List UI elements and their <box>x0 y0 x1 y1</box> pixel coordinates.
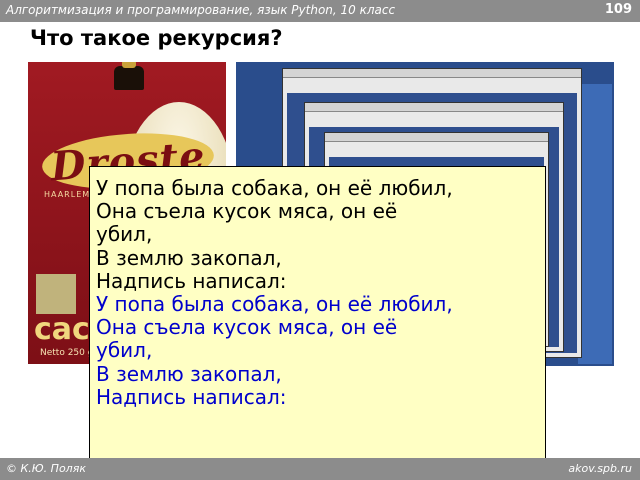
rhyme-line-repeat: В землю закопал, <box>96 361 282 386</box>
slide-title: Что такое рекурсия? <box>30 26 283 50</box>
window-titlebar <box>305 103 563 112</box>
netto-weight: Netto 250 g <box>40 348 94 358</box>
page-number: 109 <box>604 2 632 17</box>
rhyme-line: У попа была собака, он её любил, <box>96 176 453 200</box>
header-bar: Алгоритмизация и программирование, язык … <box>0 0 640 22</box>
rhyme-line: В землю закопал, <box>96 245 282 270</box>
rhyme-line-repeat: У попа была собака, он её любил, <box>96 292 453 317</box>
rhyme-line: убил, <box>96 222 153 247</box>
window-titlebar <box>283 69 581 78</box>
crown-crest-icon <box>114 62 144 90</box>
desktop-panel <box>578 84 612 364</box>
recursive-box-image <box>36 274 76 314</box>
window-titlebar <box>325 133 548 142</box>
course-title: Алгоритмизация и программирование, язык … <box>6 3 396 17</box>
rhyme-line-repeat: убил, <box>96 338 153 363</box>
footer-bar <box>0 458 640 480</box>
rhyme-line: Она съела кусок мяса, он её <box>96 199 398 224</box>
cacao-text: cac <box>34 312 90 347</box>
rhyme-line-repeat: Надпись написал: <box>96 384 287 409</box>
rhyme-line: Надпись написал: <box>96 268 287 293</box>
rhyme-line-repeat: Она съела кусок мяса, он её <box>96 315 398 340</box>
footer-author: © К.Ю. Поляк <box>6 462 86 475</box>
rhyme-box: У попа была собака, он её любил, Она съе… <box>89 166 546 480</box>
footer-url: akov.spb.ru <box>568 462 632 475</box>
